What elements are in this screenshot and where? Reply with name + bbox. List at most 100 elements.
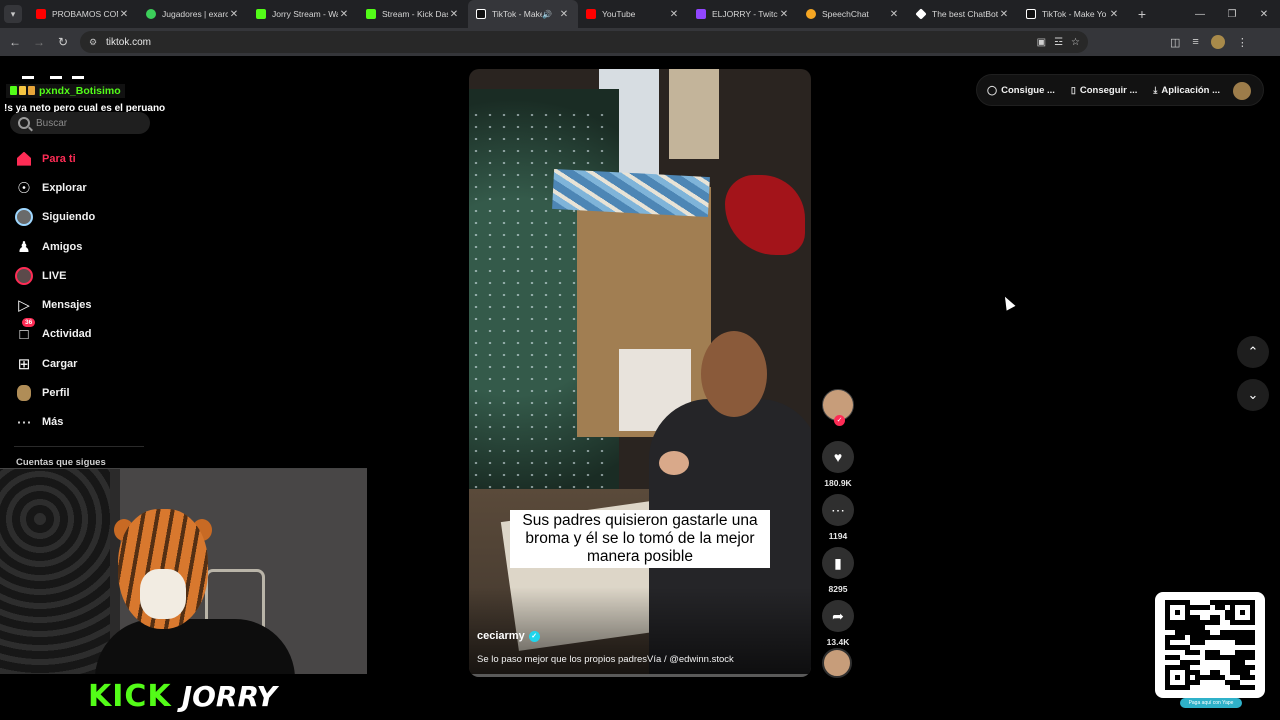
coin-icon: ◯ bbox=[987, 84, 998, 95]
heart-icon[interactable]: ♥ bbox=[822, 441, 854, 473]
upload-plus-icon: ⊞ bbox=[17, 355, 31, 373]
get-coins-button[interactable]: ◯ Consigue ... bbox=[987, 85, 1055, 96]
browser-tab[interactable]: ELJORRY - Twitch ✕ bbox=[688, 0, 798, 28]
video-progress-bar[interactable] bbox=[469, 674, 811, 677]
get-app-button[interactable]: ▯ Conseguir ... bbox=[1071, 85, 1138, 96]
browser-tab[interactable]: Jugadores | exarc ✕ bbox=[138, 0, 248, 28]
speechchat-favicon-icon bbox=[806, 9, 816, 19]
close-window-icon[interactable]: ✕ bbox=[1248, 0, 1280, 28]
video-author[interactable]: ceciarmy ✓ bbox=[477, 630, 540, 642]
sidebar-item-mensajes[interactable]: ▷ Mensajes bbox=[14, 290, 154, 319]
music-disc-avatar[interactable] bbox=[822, 648, 852, 678]
button-label: Conseguir ... bbox=[1079, 84, 1138, 96]
close-tab-icon[interactable]: ✕ bbox=[888, 9, 900, 20]
url-text[interactable]: tiktok.com bbox=[106, 37, 151, 48]
close-tab-icon[interactable]: ✕ bbox=[668, 9, 680, 20]
forward-arrow-icon[interactable]: → bbox=[27, 30, 51, 54]
tiktok-page: pxndx_Botisimo !s ya neto pero cual es e… bbox=[0, 56, 1280, 720]
sidebar-item-mas[interactable]: ⋯ Más bbox=[14, 408, 154, 437]
send-icon: ▷ bbox=[18, 297, 30, 315]
twitch-favicon-icon bbox=[696, 9, 706, 19]
kebab-menu-icon[interactable]: ⋮ bbox=[1237, 36, 1248, 49]
tiktok-favicon-icon bbox=[476, 9, 486, 19]
sidebar-item-perfil[interactable]: Perfil bbox=[14, 378, 154, 407]
browser-tab[interactable]: PROBAMOS COM ✕ bbox=[28, 0, 138, 28]
video-actions: ♥ 180.9K ⋯ 1194 ▮ 8295 ➦ 13.4K bbox=[822, 389, 854, 647]
previous-video-chevron-up-icon[interactable]: ⌃ bbox=[1237, 336, 1269, 368]
browser-tab[interactable]: Stream - Kick Das ✕ bbox=[358, 0, 468, 28]
browser-tab[interactable]: TikTok - Make Yo ✕ bbox=[1018, 0, 1128, 28]
author-avatar[interactable] bbox=[822, 389, 854, 426]
close-tab-icon[interactable]: ✕ bbox=[338, 9, 350, 20]
close-tab-icon[interactable]: ✕ bbox=[558, 9, 570, 20]
search-box[interactable] bbox=[10, 112, 150, 134]
search-input[interactable] bbox=[36, 117, 136, 129]
chat-username: pxndx_Botisimo bbox=[39, 84, 121, 97]
speaker-icon[interactable]: 🔊 bbox=[542, 10, 552, 19]
extensions-icon[interactable]: ◫ bbox=[1170, 36, 1180, 49]
close-tab-icon[interactable]: ✕ bbox=[998, 9, 1010, 20]
media-control-icon[interactable]: ≡ bbox=[1192, 36, 1198, 48]
new-tab-button[interactable]: + bbox=[1132, 6, 1152, 22]
restore-icon[interactable]: ❐ bbox=[1216, 0, 1248, 28]
video-description[interactable]: Se lo paso mejor que los propios padresV… bbox=[477, 654, 734, 665]
browser-tab[interactable]: SpeechChat ✕ bbox=[798, 0, 908, 28]
close-tab-icon[interactable]: ✕ bbox=[778, 9, 790, 20]
close-tab-icon[interactable]: ✕ bbox=[1108, 9, 1120, 20]
browser-tab[interactable]: The best ChatBot ✕ bbox=[908, 0, 1018, 28]
tab-search-button[interactable]: ▾ bbox=[4, 5, 22, 23]
translate-icon[interactable]: ☲ bbox=[1054, 37, 1063, 48]
tab-title: Jorry Stream - Wa bbox=[272, 9, 338, 19]
tab-title: PROBAMOS COM bbox=[52, 9, 118, 19]
user-avatar[interactable] bbox=[1233, 82, 1251, 100]
cast-icon[interactable]: ▣ bbox=[1037, 37, 1046, 48]
tab-title: YouTube bbox=[602, 9, 636, 19]
compass-icon: ☉ bbox=[17, 179, 31, 197]
sidebar-item-label: Actividad bbox=[42, 328, 92, 341]
browser-toolbar: ← → ↻ ⚙ tiktok.com ▣ ☲ ☆ ◫ ≡ ⋮ bbox=[0, 28, 1280, 56]
like-count: 180.9K bbox=[824, 478, 852, 488]
sidebar-item-explorar[interactable]: ☉ Explorar bbox=[14, 173, 154, 202]
qr-code-pattern bbox=[1165, 600, 1255, 690]
video-caption-overlay: Sus padres quisieron gastarle una broma … bbox=[510, 510, 770, 568]
bookmark-star-icon[interactable]: ☆ bbox=[1071, 37, 1080, 48]
following-avatar-icon bbox=[14, 207, 34, 227]
close-tab-icon[interactable]: ✕ bbox=[448, 9, 460, 20]
address-bar[interactable]: ⚙ tiktok.com ▣ ☲ ☆ bbox=[80, 31, 1088, 53]
back-arrow-icon[interactable]: ← bbox=[3, 30, 27, 54]
bookmark-icon[interactable]: ▮ bbox=[822, 547, 854, 579]
sidebar-item-actividad[interactable]: □ 36 Actividad bbox=[14, 318, 154, 349]
comment-count: 1194 bbox=[828, 531, 848, 541]
share-count: 13.4K bbox=[826, 637, 850, 647]
close-tab-icon[interactable]: ✕ bbox=[118, 9, 130, 20]
browser-tab[interactable]: Jorry Stream - Wa ✕ bbox=[248, 0, 358, 28]
stream-chat-overlay: pxndx_Botisimo !s ya neto pero cual es e… bbox=[4, 82, 165, 114]
sidebar-divider bbox=[14, 446, 144, 447]
sidebar-item-siguiendo[interactable]: Siguiendo bbox=[14, 203, 154, 232]
following-accounts-title: Cuentas que sigues bbox=[16, 457, 106, 468]
reload-icon[interactable]: ↻ bbox=[51, 30, 75, 54]
qr-caption: Paga aquí con Yape bbox=[1180, 698, 1242, 708]
desktop-app-button[interactable]: ⤓ Aplicación ... bbox=[1153, 85, 1220, 96]
streamer-webcam bbox=[0, 468, 367, 674]
sidebar-item-para-ti[interactable]: Para ti bbox=[14, 144, 154, 173]
browser-tab[interactable]: YouTube ✕ bbox=[578, 0, 688, 28]
close-tab-icon[interactable]: ✕ bbox=[228, 9, 240, 20]
kick-favicon-icon bbox=[366, 9, 376, 19]
author-name[interactable]: ceciarmy bbox=[477, 630, 525, 642]
chatbot-favicon-icon bbox=[915, 8, 927, 20]
comment-icon[interactable]: ⋯ bbox=[822, 494, 854, 526]
minimize-icon[interactable]: — bbox=[1184, 0, 1216, 28]
kick-badge-icon bbox=[10, 86, 17, 95]
sidebar-item-live[interactable]: LIVE bbox=[14, 261, 154, 290]
share-icon[interactable]: ➦ bbox=[822, 600, 854, 632]
video-player[interactable]: Sus padres quisieron gastarle una broma … bbox=[469, 69, 811, 677]
sidebar-item-amigos[interactable]: ♟ Amigos bbox=[14, 232, 154, 261]
profile-avatar[interactable] bbox=[1210, 35, 1225, 49]
next-video-chevron-down-icon[interactable]: ⌄ bbox=[1237, 379, 1269, 411]
sidebar-item-label: Para ti bbox=[42, 152, 76, 165]
inbox-icon: □ 36 bbox=[14, 318, 36, 344]
sidebar-item-cargar[interactable]: ⊞ Cargar bbox=[14, 349, 154, 378]
site-info-icon[interactable]: ⚙ bbox=[86, 35, 100, 49]
browser-tab-active[interactable]: TikTok - Make 🔊 ✕ bbox=[468, 0, 578, 28]
